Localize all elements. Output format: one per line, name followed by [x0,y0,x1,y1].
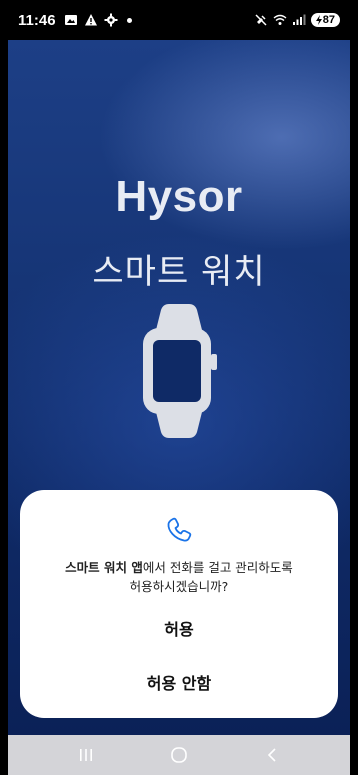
wifi-icon [273,13,287,27]
notification-dot [126,17,132,23]
navigation-bar [0,735,358,775]
recent-apps-icon[interactable] [66,740,106,770]
app-name-text: 스마트 워치 앱 [65,560,143,575]
status-time: 11:46 [18,11,56,29]
message-text-line1: 에서 전화를 걸고 관리하도록 [142,560,293,575]
status-bar: 11:46 87 [0,0,358,40]
battery-indicator: 87 [310,13,340,27]
home-icon[interactable] [159,740,199,770]
back-icon[interactable] [252,740,292,770]
settings-icon [104,13,118,27]
permission-message: 스마트 워치 앱에서 전화를 걸고 관리하도록 허용하시겠습니까? [36,558,322,596]
mute-icon [254,13,268,27]
battery-level: 87 [322,14,335,26]
image-icon [64,13,78,27]
deny-button[interactable]: 허용 안함 [20,664,338,704]
signal-icon [292,13,306,27]
permission-dialog: 스마트 워치 앱에서 전화를 걸고 관리하도록 허용하시겠습니까? 허용 허용 … [20,490,338,718]
allow-button[interactable]: 허용 [20,610,338,650]
battery-charging-icon [315,15,322,25]
smartwatch-icon [8,304,350,438]
alert-triangle-icon [84,13,98,27]
brand-title: Hysor [115,172,243,221]
app-subtitle: 스마트 워치 [92,252,266,292]
phone-icon [20,516,338,544]
message-text-line2: 허용하시겠습니까? [129,579,229,594]
app-screen: Hysor 스마트 워치 11:46 87 스마트 워치 앱에서 전화를 걸고 … [0,0,358,775]
